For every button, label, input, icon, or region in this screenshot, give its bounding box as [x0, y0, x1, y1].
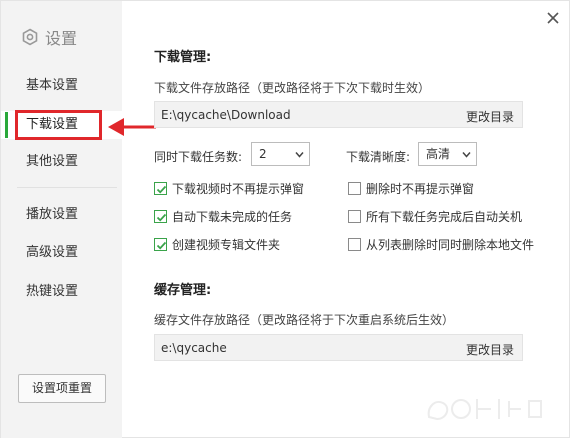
cache-path-label: 缓存文件存放路径（更改路径将于下次重启系统后生效）	[154, 313, 455, 327]
annotation-highlight-box	[15, 110, 102, 140]
option-no-popup-on-delete[interactable]: 删除时不再提示弹窗	[348, 180, 474, 197]
option-label: 下载视频时不再提示弹窗	[172, 182, 305, 196]
close-icon[interactable]	[545, 10, 561, 26]
sidebar-title-text: 设置	[45, 29, 78, 48]
option-delete-local-files[interactable]: 从列表删除时同时删除本地文件	[348, 236, 534, 253]
option-label: 所有下载任务完成后自动关机	[366, 210, 523, 224]
option-create-album-folder[interactable]: 创建视频专辑文件夹	[154, 236, 280, 253]
cache-path-field: e:\qycache 更改目录	[154, 334, 523, 361]
sidebar-item-label: 基本设置	[26, 78, 79, 93]
option-label: 自动下载未完成的任务	[172, 210, 293, 224]
sidebar-item-hotkeys[interactable]: 热键设置	[1, 278, 122, 306]
tasks-label: 同时下载任务数:	[154, 150, 243, 164]
checkbox-unchecked[interactable]	[348, 238, 361, 251]
sidebar-item-other[interactable]: 其他设置	[1, 148, 122, 176]
sidebar-item-playback[interactable]: 播放设置	[1, 201, 122, 229]
option-label: 创建视频专辑文件夹	[172, 238, 281, 252]
download-section-title: 下载管理:	[154, 50, 212, 65]
sidebar-title: 设置	[21, 25, 77, 49]
reset-settings-button[interactable]: 设置项重置	[18, 374, 106, 403]
checkbox-checked[interactable]	[154, 182, 167, 195]
chevron-down-icon	[295, 152, 304, 158]
sidebar-item-label: 热键设置	[26, 284, 79, 299]
chevron-down-icon	[462, 152, 471, 158]
watermark-logo	[427, 399, 542, 421]
option-no-popup-on-download[interactable]: 下载视频时不再提示弹窗	[154, 180, 304, 197]
option-shutdown-after-downloads[interactable]: 所有下载任务完成后自动关机	[348, 208, 522, 225]
checkbox-checked[interactable]	[154, 210, 167, 223]
settings-hexagon-icon	[22, 28, 38, 46]
clarity-select-value: 高清	[426, 147, 451, 161]
download-change-dir-button[interactable]: 更改目录	[466, 108, 514, 125]
active-indicator	[5, 112, 8, 138]
checkbox-checked[interactable]	[154, 238, 167, 251]
sidebar-item-label: 其他设置	[26, 154, 79, 169]
option-label: 删除时不再提示弹窗	[366, 182, 475, 196]
annotation-arrow-icon	[108, 118, 156, 136]
checkbox-unchecked[interactable]	[348, 182, 361, 195]
option-label: 从列表删除时同时删除本地文件	[366, 238, 535, 252]
tasks-select-value: 2	[259, 147, 267, 161]
clarity-select[interactable]: 高清	[418, 142, 477, 166]
cache-section-title: 缓存管理:	[154, 283, 212, 298]
settings-window: 设置 基本设置 下载设置 其他设置 播放设置 高级设置 热键设置 设置项重置 下…	[0, 0, 570, 438]
cache-path-value: e:\qycache	[161, 341, 227, 355]
option-auto-download-unfinished[interactable]: 自动下载未完成的任务	[154, 208, 292, 225]
sidebar-item-advanced[interactable]: 高级设置	[1, 239, 122, 267]
sidebar-item-label: 播放设置	[26, 207, 79, 222]
download-path-value: E:\qycache\Download	[161, 108, 291, 122]
sidebar-divider	[17, 187, 117, 188]
checkbox-unchecked[interactable]	[348, 210, 361, 223]
sidebar: 设置 基本设置 下载设置 其他设置 播放设置 高级设置 热键设置 设置项重置	[1, 1, 122, 438]
cache-change-dir-button[interactable]: 更改目录	[466, 341, 514, 358]
sidebar-item-label: 高级设置	[26, 245, 79, 260]
sidebar-item-basic[interactable]: 基本设置	[1, 72, 122, 100]
download-path-label: 下载文件存放路径（更改路径将于下次下载时生效）	[154, 81, 431, 95]
download-path-field: E:\qycache\Download 更改目录	[154, 101, 523, 128]
tasks-select[interactable]: 2	[251, 142, 310, 166]
clarity-label: 下载清晰度:	[346, 150, 411, 164]
